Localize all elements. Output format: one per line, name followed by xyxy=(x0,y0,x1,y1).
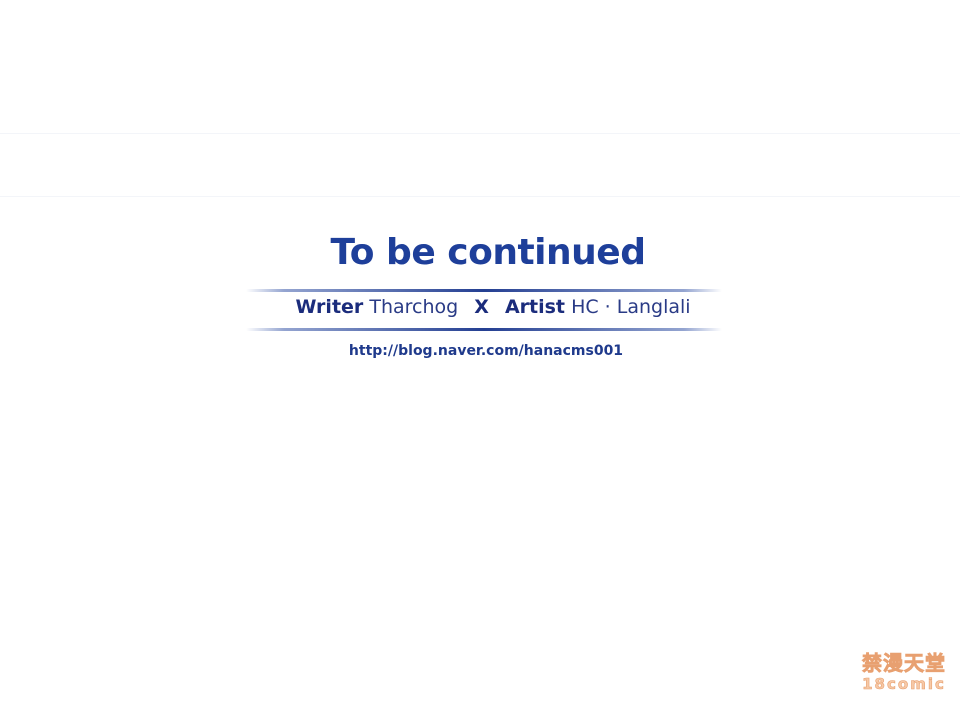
site-watermark-logo: 禁漫天堂 18comic xyxy=(852,651,956,697)
artist-label: Artist xyxy=(504,296,566,318)
bottom-divider xyxy=(246,328,722,331)
end-card-page: To be continued Writer Tharchog X Artist… xyxy=(0,0,960,701)
credits-line: Writer Tharchog X Artist HC · Langlali xyxy=(0,296,960,318)
artist-name: HC · Langlali xyxy=(571,296,691,318)
faint-band xyxy=(0,133,960,134)
writer-label: Writer xyxy=(295,296,364,318)
faint-band xyxy=(0,196,960,197)
writer-name: Tharchog xyxy=(369,296,459,318)
top-divider xyxy=(246,289,722,292)
to-be-continued-title: To be continued xyxy=(330,232,646,273)
blog-url: http://blog.naver.com/hanacms001 xyxy=(348,343,624,359)
watermark-latin-text: 18comic xyxy=(862,675,946,694)
watermark-chinese-text: 禁漫天堂 xyxy=(862,651,946,676)
credits-separator: X xyxy=(474,296,489,318)
